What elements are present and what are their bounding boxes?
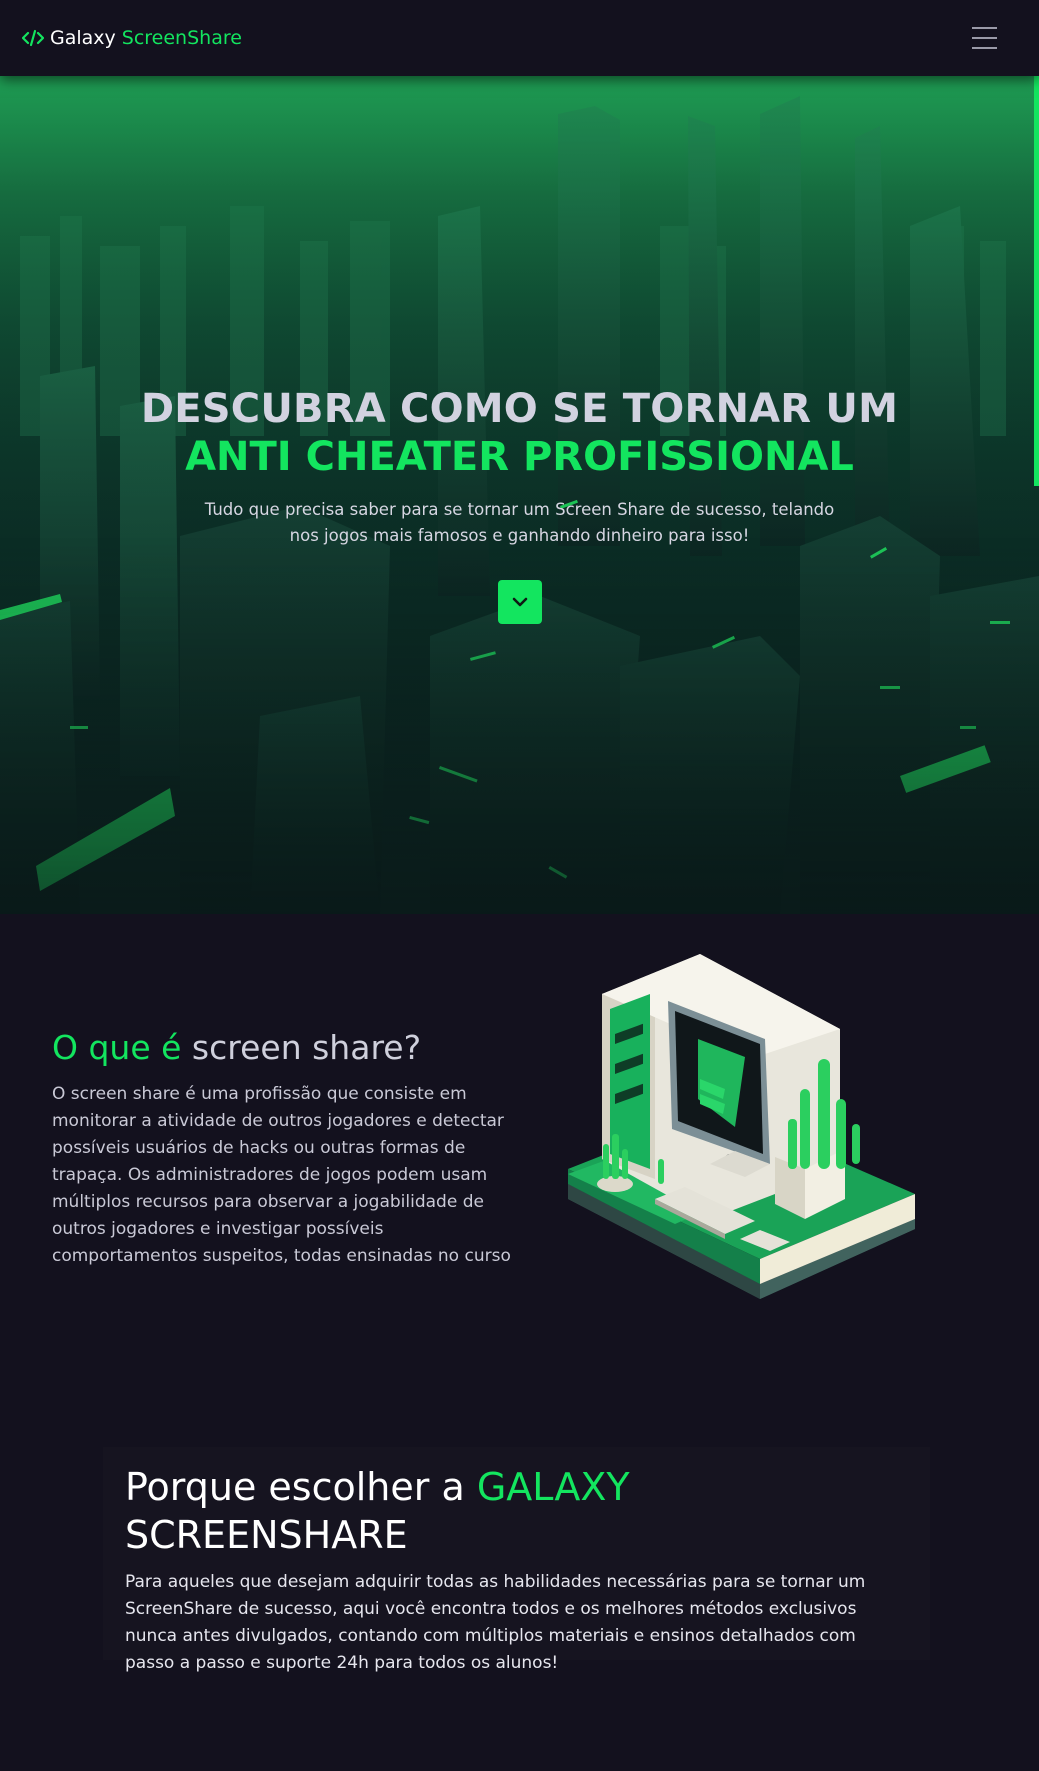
about-section: O que é screen share? O screen share é u…: [0, 914, 1039, 1384]
why-heading: Porque escolher a GALAXY SCREENSHARE: [125, 1463, 908, 1559]
navbar: Galaxy ScreenShare: [0, 0, 1039, 76]
why-heading-suffix: SCREENSHARE: [125, 1513, 408, 1557]
about-heading: O que é screen share?: [52, 1027, 517, 1069]
scroll-down-button[interactable]: [497, 579, 542, 624]
why-body: Para aqueles que desejam adquirir todas …: [125, 1572, 866, 1673]
about-heading-accent: O que é: [52, 1028, 182, 1067]
brand-name-primary: Galaxy: [50, 27, 116, 49]
brand-logo-link[interactable]: Galaxy ScreenShare: [22, 27, 242, 49]
why-heading-prefix: Porque escolher a: [125, 1465, 465, 1509]
hero-title-line1: DESCUBRA COMO SE TORNAR UM: [140, 386, 899, 432]
why-choose-section: Porque escolher a GALAXY SCREENSHARE Par…: [103, 1447, 930, 1673]
hero-content: DESCUBRA COMO SE TORNAR UM ANTI CHEATER …: [0, 76, 1039, 914]
about-text-block: O que é screen share? O screen share é u…: [52, 1027, 517, 1287]
code-brackets-icon: [22, 29, 44, 47]
hero-section: DESCUBRA COMO SE TORNAR UM ANTI CHEATER …: [0, 76, 1039, 914]
isometric-computer-illustration: [568, 954, 915, 1299]
hero-title-line2: ANTI CHEATER PROFISSIONAL: [185, 434, 854, 480]
hamburger-menu-icon[interactable]: [965, 21, 1005, 55]
hero-subtitle: Tudo que precisa saber para se tornar um…: [204, 500, 835, 545]
chevron-down-icon: [512, 597, 527, 606]
about-heading-rest: screen share?: [191, 1028, 422, 1067]
why-heading-accent: GALAXY: [476, 1465, 630, 1509]
brand-name-accent: ScreenShare: [121, 27, 242, 49]
about-body: O screen share é uma profissão que consi…: [52, 1084, 511, 1266]
